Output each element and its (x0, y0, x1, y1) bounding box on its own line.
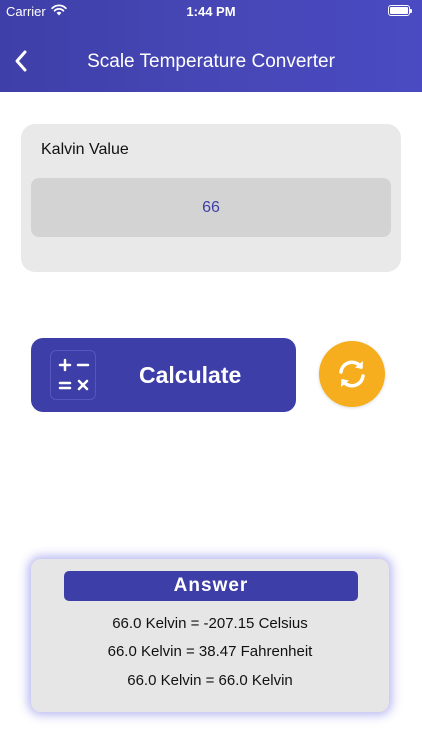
kelvin-value-input[interactable] (31, 178, 391, 237)
calculate-button[interactable]: Calculate (31, 338, 296, 412)
battery-icon (388, 5, 412, 16)
refresh-icon (339, 360, 365, 388)
reset-button[interactable] (319, 341, 385, 407)
answer-card: Answer 66.0 Kelvin = -207.15 Celsius 66.… (31, 559, 389, 712)
status-time: 1:44 PM (186, 4, 236, 19)
calculate-label: Calculate (139, 362, 242, 388)
page-title: Scale Temperature Converter (87, 51, 335, 72)
result-celsius: 66.0 Kelvin = -207.15 Celsius (112, 615, 308, 632)
kelvin-value-label: Kalvin Value (41, 141, 129, 158)
answer-title: Answer (64, 571, 358, 601)
result-kelvin: 66.0 Kelvin = 66.0 Kelvin (127, 672, 293, 689)
calculator-icon (50, 350, 96, 400)
result-fahrenheit: 66.0 Kelvin = 38.47 Fahrenheit (107, 643, 313, 660)
header-bar: Carrier 1:44 PM Scale Temperature Conver… (0, 0, 422, 92)
kelvin-input-card: Kalvin Value (21, 124, 401, 272)
status-bar: Carrier 1:44 PM (0, 0, 422, 22)
